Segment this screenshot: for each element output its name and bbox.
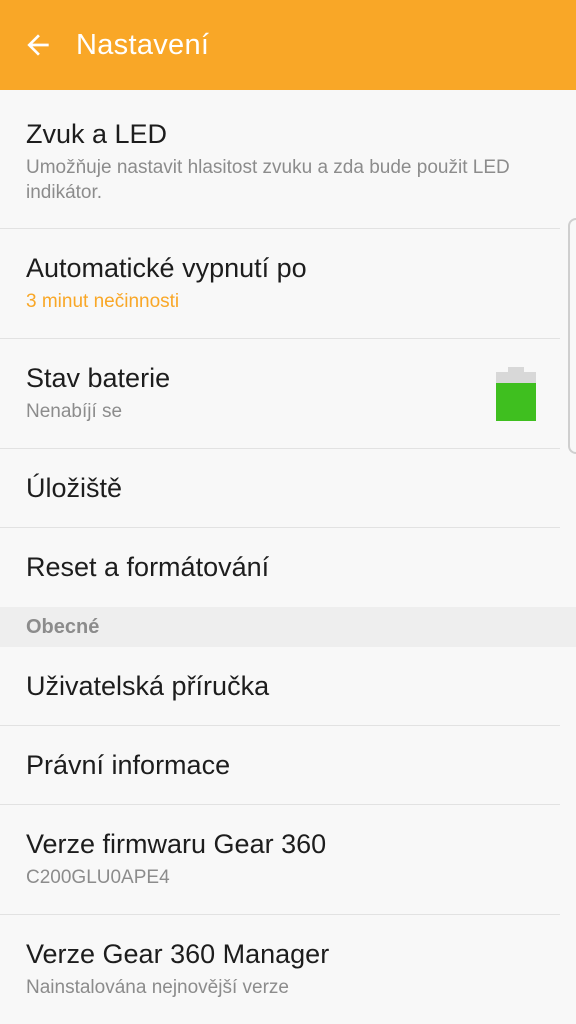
item-title: Stav baterie	[26, 363, 171, 394]
item-title: Úložiště	[26, 472, 123, 503]
item-title: Automatické vypnutí po	[26, 253, 307, 284]
settings-item-auto-off[interactable]: Automatické vypnutí po 3 minut nečinnost…	[0, 229, 560, 339]
item-title: Zvuk a LED	[26, 119, 168, 150]
battery-body	[496, 372, 536, 421]
settings-list: Zvuk a LED Umožňuje nastavit hlasitost z…	[0, 90, 576, 1024]
settings-item-manager-version[interactable]: Verze Gear 360 Manager Nainstalována nej…	[0, 915, 560, 1024]
item-title: Uživatelská příručka	[26, 670, 270, 701]
arrow-left-icon	[27, 34, 49, 56]
settings-item-storage[interactable]: Úložiště	[0, 449, 560, 528]
settings-item-reset[interactable]: Reset a formátování	[0, 528, 560, 607]
page-title: Nastavení	[76, 28, 210, 61]
scroll-indicator[interactable]	[568, 218, 576, 454]
item-title: Reset a formátování	[26, 552, 270, 583]
item-subtitle: Nainstalována nejnovější verze	[26, 976, 289, 998]
settings-screen: Nastavení Zvuk a LED Umožňuje nastavit h…	[0, 0, 576, 1024]
app-bar: Nastavení	[0, 0, 576, 90]
item-title: Právní informace	[26, 749, 231, 780]
item-title: Verze firmwaru Gear 360	[26, 829, 327, 860]
back-button[interactable]	[0, 0, 76, 90]
battery-icon	[496, 367, 536, 421]
section-header-general: Obecné	[0, 607, 576, 647]
item-subtitle: Umožňuje nastavit hlasitost zvuku a zda …	[26, 156, 510, 204]
settings-item-user-manual[interactable]: Uživatelská příručka	[0, 647, 560, 726]
item-value: 3 minut nečinnosti	[26, 290, 180, 312]
settings-item-legal-info[interactable]: Právní informace	[0, 726, 560, 805]
settings-item-battery[interactable]: Stav baterie Nenabíjí se	[0, 339, 560, 449]
settings-item-firmware-version[interactable]: Verze firmwaru Gear 360 C200GLU0APE4	[0, 805, 560, 915]
settings-item-sound-led[interactable]: Zvuk a LED Umožňuje nastavit hlasitost z…	[0, 90, 560, 229]
item-subtitle: C200GLU0APE4	[26, 866, 170, 888]
item-subtitle: Nenabíjí se	[26, 400, 123, 422]
battery-level-fill	[496, 382, 536, 421]
item-title: Verze Gear 360 Manager	[26, 939, 330, 970]
